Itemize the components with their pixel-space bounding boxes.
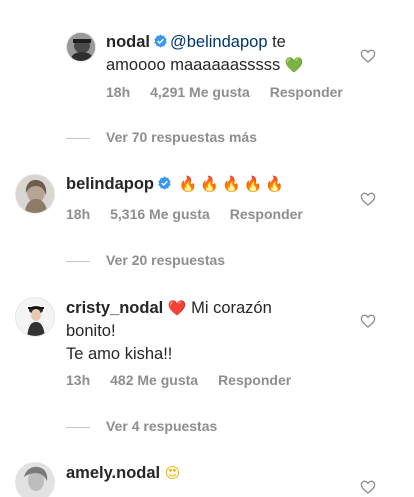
comment-text: Te amo kisha!! xyxy=(66,345,173,363)
comment-body: belindapop 🔥🔥🔥🔥🔥 xyxy=(66,173,346,196)
comment-meta: 13h 482 Me gusta Responder xyxy=(66,372,311,388)
comment-username[interactable]: amely.nodal xyxy=(66,464,160,482)
avatar-cristy-nodal[interactable] xyxy=(15,297,55,337)
view-replies-label: Ver 4 respuestas xyxy=(106,418,218,434)
comment-text: te xyxy=(267,33,286,51)
avatar-amely-nodal[interactable] xyxy=(15,462,55,497)
comment-body: cristy_nodal ❤️ Mi corazón bonito! Te am… xyxy=(66,297,351,366)
heart-outline-icon[interactable] xyxy=(360,191,376,207)
comment-body: amely.nodal 😍 xyxy=(66,462,351,485)
comment-body: nodal @belindapop te amoooo maaaaaasssss … xyxy=(106,31,356,77)
like-count[interactable]: 5,316 Me gusta xyxy=(110,206,210,222)
view-replies-button[interactable]: Ver 4 respuestas xyxy=(66,418,217,434)
comment-username[interactable]: belindapop xyxy=(66,175,154,193)
reply-button[interactable]: Responder xyxy=(230,206,303,222)
verified-badge-icon xyxy=(158,176,171,190)
divider xyxy=(66,426,90,428)
heart-eyes-emoji: 😍 xyxy=(164,464,181,482)
comment-time: 18h xyxy=(66,206,91,222)
comment-time: 18h xyxy=(106,84,131,100)
like-count[interactable]: 4,291 Me gusta xyxy=(150,84,250,100)
mention-link[interactable]: @belindapop xyxy=(170,33,268,51)
heart-outline-icon[interactable] xyxy=(360,479,376,495)
red-heart-emoji: ❤️ xyxy=(167,299,187,317)
fire-emojis: 🔥🔥🔥🔥🔥 xyxy=(178,175,287,193)
heart-outline-icon[interactable] xyxy=(360,48,376,64)
comment-text: Mi corazón xyxy=(186,299,272,317)
reply-button[interactable]: Responder xyxy=(218,372,291,388)
comment-text: bonito! xyxy=(66,322,116,340)
like-count[interactable]: 482 Me gusta xyxy=(110,372,198,388)
divider xyxy=(66,260,90,262)
reply-button[interactable]: Responder xyxy=(270,84,343,100)
comment-username[interactable]: nodal xyxy=(106,33,150,51)
view-replies-label: Ver 70 respuestas más xyxy=(106,129,257,145)
heart-outline-icon[interactable] xyxy=(360,313,376,329)
avatar-belindapop[interactable] xyxy=(15,174,55,214)
view-replies-button[interactable]: Ver 70 respuestas más xyxy=(66,129,257,145)
comment-meta: 18h 4,291 Me gusta Responder xyxy=(106,84,363,100)
emoji: 💚 xyxy=(284,56,304,74)
comment-text: amoooo maaaaaasssss xyxy=(106,56,281,74)
view-replies-button[interactable]: Ver 20 respuestas xyxy=(66,252,225,268)
avatar-nodal[interactable] xyxy=(66,32,96,62)
comment-username[interactable]: cristy_nodal xyxy=(66,299,163,317)
comment-time: 13h xyxy=(66,372,91,388)
divider xyxy=(66,137,90,139)
comment-meta: 18h 5,316 Me gusta Responder xyxy=(66,206,323,222)
view-replies-label: Ver 20 respuestas xyxy=(106,252,226,268)
verified-badge-icon xyxy=(154,34,167,48)
